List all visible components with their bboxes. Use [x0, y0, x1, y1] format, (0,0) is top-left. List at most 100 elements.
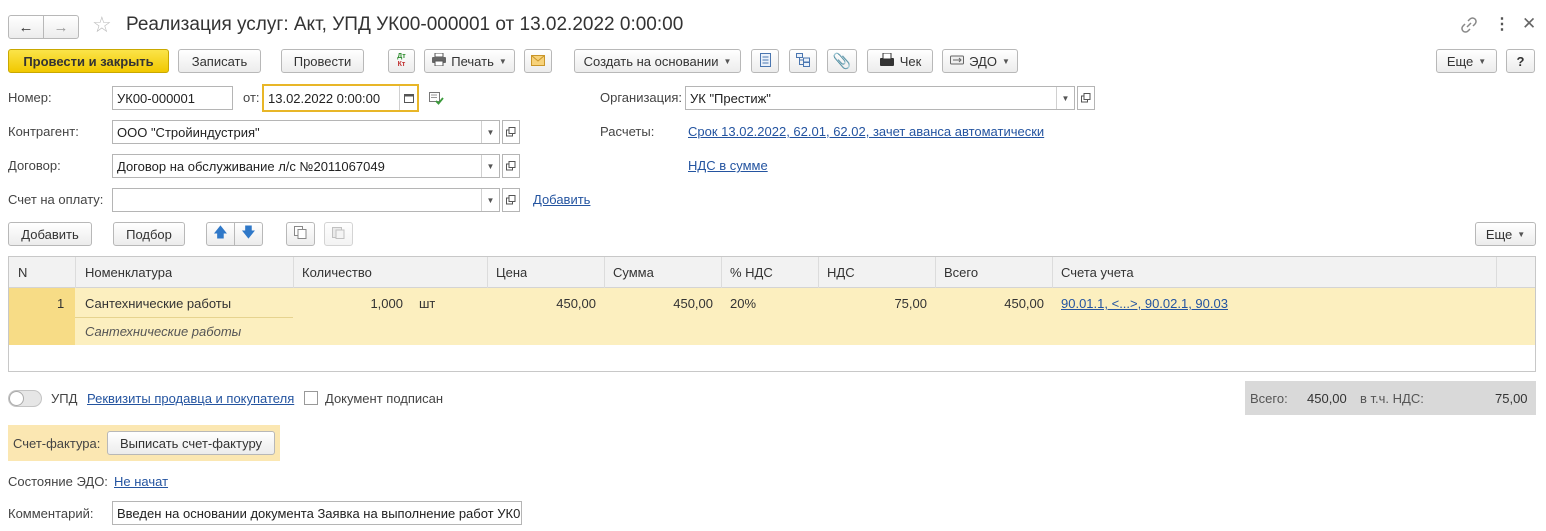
invoice-for-payment-field[interactable]: ▼	[112, 188, 500, 212]
col-sum[interactable]: Сумма	[613, 265, 654, 280]
chevron-down-icon: ▼	[1001, 56, 1010, 66]
upd-toggle[interactable]	[8, 390, 42, 407]
issue-invoice-button[interactable]: Выписать счет-фактуру	[107, 431, 275, 455]
list-doc-button[interactable]	[751, 49, 779, 73]
row-price[interactable]: 450,00	[509, 296, 596, 311]
pick-button[interactable]: Подбор	[113, 222, 185, 246]
col-item[interactable]: Номенклатура	[85, 265, 172, 280]
kt-label: Кт	[397, 61, 406, 68]
dt-kt-button[interactable]: Дт Кт	[388, 49, 415, 73]
organization-field[interactable]: УК "Престиж" ▼	[685, 86, 1075, 110]
col-n[interactable]: N	[18, 265, 27, 280]
row-accounts-link[interactable]: 90.01.1, <...>, 90.02.1, 90.03	[1061, 296, 1228, 311]
chevron-down-icon[interactable]: ▼	[481, 189, 499, 211]
paperclip-icon: 📎	[832, 53, 852, 70]
comment-field[interactable]: Введен на основании документа Заявка на …	[112, 501, 522, 525]
table-more-button[interactable]: Еще ▼	[1475, 222, 1536, 246]
back-button[interactable]: ←	[8, 15, 44, 39]
copy-row-button[interactable]	[286, 222, 315, 246]
save-button[interactable]: Записать	[178, 49, 261, 73]
print-label: Печать	[451, 53, 494, 69]
dt-label: Дт	[397, 53, 406, 60]
col-vat-rate[interactable]: % НДС	[730, 265, 773, 280]
row-sub-divider	[75, 317, 293, 318]
close-icon[interactable]: ✕	[1522, 14, 1536, 34]
number-field[interactable]: УК00-000001	[112, 86, 233, 110]
post-and-close-button[interactable]: Провести и закрыть	[8, 49, 169, 73]
email-button[interactable]	[524, 49, 552, 73]
organization-open-button[interactable]	[1077, 86, 1095, 110]
signed-checkbox[interactable]	[304, 391, 318, 405]
edo-label: ЭДО	[969, 53, 997, 69]
contract-label: Договор:	[8, 158, 61, 173]
row-item-content[interactable]: Сантехнические работы	[85, 324, 241, 339]
chevron-down-icon[interactable]: ▼	[481, 155, 499, 177]
table-header: N Номенклатура Количество Цена Сумма % Н…	[9, 257, 1535, 288]
row-item[interactable]: Сантехнические работы	[85, 296, 231, 311]
total-label: Всего:	[1250, 391, 1288, 406]
add-row-button[interactable]: Добавить	[8, 222, 92, 246]
cash-register-icon	[879, 52, 895, 69]
col-accounts[interactable]: Счета учета	[1061, 265, 1134, 280]
row-vat[interactable]: 75,00	[839, 296, 927, 311]
paste-row-button[interactable]	[324, 222, 353, 246]
goods-table: N Номенклатура Количество Цена Сумма % Н…	[8, 256, 1536, 372]
row-vat-rate[interactable]: 20%	[730, 296, 756, 311]
row-unit[interactable]: шт	[419, 296, 435, 311]
add-invoice-link[interactable]: Добавить	[533, 192, 590, 207]
forward-button[interactable]: →	[43, 15, 79, 39]
table-row[interactable]: 1 Сантехнические работы Сантехнические р…	[9, 288, 1535, 345]
arrow-right-icon: →	[53, 18, 69, 36]
row-sum[interactable]: 450,00	[626, 296, 713, 311]
kebab-menu-icon[interactable]: ⋮	[1494, 14, 1510, 34]
calendar-icon[interactable]	[399, 86, 417, 110]
settlements-link[interactable]: Срок 13.02.2022, 62.01, 62.02, зачет ава…	[688, 124, 1044, 139]
col-price[interactable]: Цена	[496, 265, 527, 280]
contract-field[interactable]: Договор на обслуживание л/с №2011067049 …	[112, 154, 500, 178]
help-button[interactable]: ?	[1506, 49, 1535, 73]
col-total[interactable]: Всего	[944, 265, 978, 280]
check-doc-icon[interactable]	[429, 92, 444, 108]
paste-icon	[332, 226, 345, 242]
invoice-label: Счет-фактура:	[13, 436, 101, 451]
open-form-icon	[506, 195, 516, 205]
more-button[interactable]: Еще ▼	[1436, 49, 1497, 73]
contractor-open-button[interactable]	[502, 120, 520, 144]
move-up-button[interactable]: 🡅	[206, 222, 235, 246]
chevron-down-icon[interactable]: ▼	[481, 121, 499, 143]
contract-open-button[interactable]	[502, 154, 520, 178]
vat-in-sum-link[interactable]: НДС в сумме	[688, 158, 768, 173]
organization-value: УК "Престиж"	[690, 90, 771, 106]
edo-button[interactable]: ЭДО ▼	[942, 49, 1018, 73]
date-field[interactable]: 13.02.2022 0:00:00	[262, 84, 419, 112]
edo-state-link[interactable]: Не начат	[114, 474, 168, 489]
col-qty[interactable]: Количество	[302, 265, 372, 280]
chevron-down-icon: ▼	[498, 56, 507, 66]
link-icon[interactable]	[1461, 17, 1477, 36]
invoice-for-payment-label: Счет на оплату:	[8, 192, 104, 207]
totals-panel: Всего: 450,00 в т.ч. НДС: 75,00	[1245, 381, 1536, 415]
edo-icon	[950, 54, 965, 69]
attach-button[interactable]: 📎	[827, 49, 857, 73]
row-number-cell	[9, 288, 75, 345]
print-button[interactable]: Печать ▼	[424, 49, 515, 73]
create-based-on-button[interactable]: Создать на основании ▼	[574, 49, 741, 73]
move-down-button[interactable]: 🡇	[234, 222, 263, 246]
envelope-icon	[531, 54, 545, 69]
row-total[interactable]: 450,00	[956, 296, 1044, 311]
requisites-link[interactable]: Реквизиты продавца и покупателя	[87, 391, 294, 406]
receipt-button[interactable]: Чек	[867, 49, 933, 73]
row-qty[interactable]: 1,000	[329, 296, 403, 311]
organization-label: Организация:	[600, 90, 683, 105]
invoice-open-button[interactable]	[502, 188, 520, 212]
contractor-field[interactable]: ООО "Стройиндустрия" ▼	[112, 120, 500, 144]
total-value: 450,00	[1307, 391, 1347, 406]
copy-icon	[294, 226, 307, 242]
col-vat[interactable]: НДС	[827, 265, 855, 280]
structure-button[interactable]	[789, 49, 817, 73]
post-button[interactable]: Провести	[281, 49, 364, 73]
chevron-down-icon[interactable]: ▼	[1056, 87, 1074, 109]
date-label: от:	[243, 90, 260, 105]
favorite-star-icon[interactable]: ☆	[92, 12, 112, 38]
open-form-icon	[506, 161, 516, 171]
